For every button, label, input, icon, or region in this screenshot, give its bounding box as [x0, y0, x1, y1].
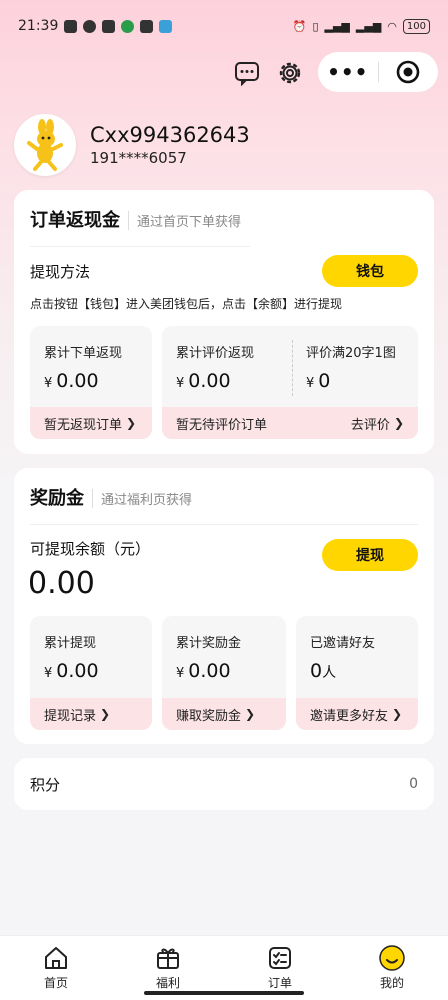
- withdraw-record-link[interactable]: 提现记录 ❯: [30, 698, 152, 730]
- dashed-divider: [292, 340, 293, 396]
- box-label: 累计提现: [44, 636, 97, 651]
- chevron-right-icon: ❯: [393, 416, 404, 430]
- signal-icon: ▂▄▆: [324, 19, 350, 33]
- avatar[interactable]: [14, 114, 76, 176]
- box-value: ¥0.00: [176, 370, 231, 392]
- box-label: 已邀请好友: [310, 636, 376, 651]
- cumulative-withdraw-box: 累计提现 ¥0.00 提现记录 ❯: [30, 616, 152, 730]
- wifi-icon: ◠: [387, 19, 397, 33]
- chevron-right-icon: ❯: [100, 707, 111, 721]
- review-footer: 暂无待评价订单 去评价 ❯: [162, 407, 418, 439]
- tab-home[interactable]: 首页: [0, 936, 112, 1000]
- chat-icon: [83, 19, 97, 33]
- review-rule-label: 评价满20字1图: [306, 346, 396, 361]
- section-subtitle: 通过首页下单获得: [128, 211, 241, 230]
- app-icon: [102, 19, 116, 33]
- gift-icon: [157, 948, 179, 969]
- close-miniprogram-button[interactable]: [379, 60, 439, 84]
- box-value: ¥0.00: [44, 370, 99, 392]
- signal-icon: ▂▄▆: [355, 19, 382, 33]
- box-label: 累计下单返现: [44, 346, 123, 361]
- chevron-right-icon: ❯: [126, 416, 137, 430]
- message-icon[interactable]: [234, 60, 260, 86]
- cumulative-bonus-box: 累计奖励金 ¥0.00 赚取奖励金 ❯: [162, 616, 286, 730]
- battery-indicator: 100: [402, 18, 430, 34]
- app-icon: [140, 19, 154, 33]
- tab-label: 订单: [267, 976, 292, 990]
- invited-friends-box: 已邀请好友 0人 邀请更多好友 ❯: [296, 616, 418, 730]
- bonus-card: 奖励金 通过福利页获得 可提现余额（元） 0.00 提现 累计提现 ¥0.00 …: [14, 468, 434, 744]
- points-row[interactable]: 积分 0: [14, 758, 434, 810]
- box-value: ¥0.00: [176, 660, 231, 682]
- withdraw-method-label: 提现方法: [30, 262, 91, 281]
- kangaroo-mascot-icon: [27, 119, 63, 171]
- chevron-right-icon: ❯: [392, 707, 403, 721]
- order-cashback-card: 订单返现金 通过首页下单获得 提现方法 钱包 点击按钮【钱包】进入美团钱包后，点…: [14, 190, 434, 454]
- withdrawable-label: 可提现余额（元）: [30, 540, 151, 558]
- no-cashback-orders-link[interactable]: 暂无返现订单 ❯: [30, 407, 152, 439]
- divider: [30, 524, 418, 525]
- status-bar: 21:39 ⏰ ▯ ▂▄▆ ▂▄▆ ◠ 100: [0, 0, 448, 52]
- home-icon: [45, 947, 67, 969]
- chevron-right-icon: ❯: [245, 707, 256, 721]
- box-value: 0人: [310, 660, 337, 682]
- section-subtitle: 通过福利页获得: [92, 489, 192, 508]
- withdrawable-value: 0.00: [28, 566, 95, 601]
- withdraw-instruction: 点击按钮【钱包】进入美团钱包后，点击【余额】进行提现: [30, 297, 343, 311]
- cumulative-order-cashback-box: 累计下单返现 ¥0.00 暂无返现订单 ❯: [30, 326, 152, 439]
- settings-icon[interactable]: [277, 60, 303, 86]
- box-value: ¥0.00: [44, 660, 99, 682]
- tab-label: 首页: [43, 976, 68, 990]
- app-icon: [121, 19, 135, 33]
- vibrate-icon: ▯: [312, 19, 319, 33]
- user-profile: Cxx994362643 191****6057: [14, 114, 250, 176]
- points-value: 0: [409, 776, 418, 792]
- smiley-icon: [379, 945, 405, 971]
- tab-label: 福利: [155, 976, 180, 990]
- points-label: 积分: [30, 775, 61, 794]
- status-time: 21:39: [18, 18, 59, 34]
- alarm-icon: ⏰: [292, 19, 307, 33]
- section-title: 奖励金: [30, 488, 84, 509]
- wallet-button[interactable]: 钱包: [322, 255, 418, 287]
- home-indicator: [144, 991, 304, 995]
- section-title: 订单返现金: [30, 210, 120, 231]
- box-label: 累计评价返现: [176, 346, 255, 361]
- review-rule-value: ¥0: [306, 370, 331, 392]
- review-cashback-box: 累计评价返现 ¥0.00 评价满20字1图 ¥0 暂无待评价订单 去评价 ❯: [162, 326, 418, 439]
- phone-number: 191****6057: [90, 149, 187, 167]
- order-list-icon: [269, 947, 291, 969]
- notification-icon: [64, 19, 78, 33]
- miniprogram-capsule: •••: [318, 52, 438, 92]
- invite-more-friends-link[interactable]: 邀请更多好友 ❯: [296, 698, 418, 730]
- username: Cxx994362643: [90, 123, 250, 147]
- target-icon: [396, 60, 420, 84]
- go-review-link[interactable]: 去评价 ❯: [351, 414, 404, 433]
- more-icon[interactable]: •••: [318, 60, 378, 84]
- no-pending-review-text: 暂无待评价订单: [176, 417, 268, 433]
- app-icon: [159, 19, 173, 33]
- earn-bonus-link[interactable]: 赚取奖励金 ❯: [162, 698, 286, 730]
- box-label: 累计奖励金: [176, 636, 242, 651]
- withdraw-button[interactable]: 提现: [322, 539, 418, 571]
- tab-mine[interactable]: 我的: [336, 936, 448, 1000]
- top-bar: •••: [0, 52, 448, 92]
- tab-label: 我的: [379, 976, 404, 990]
